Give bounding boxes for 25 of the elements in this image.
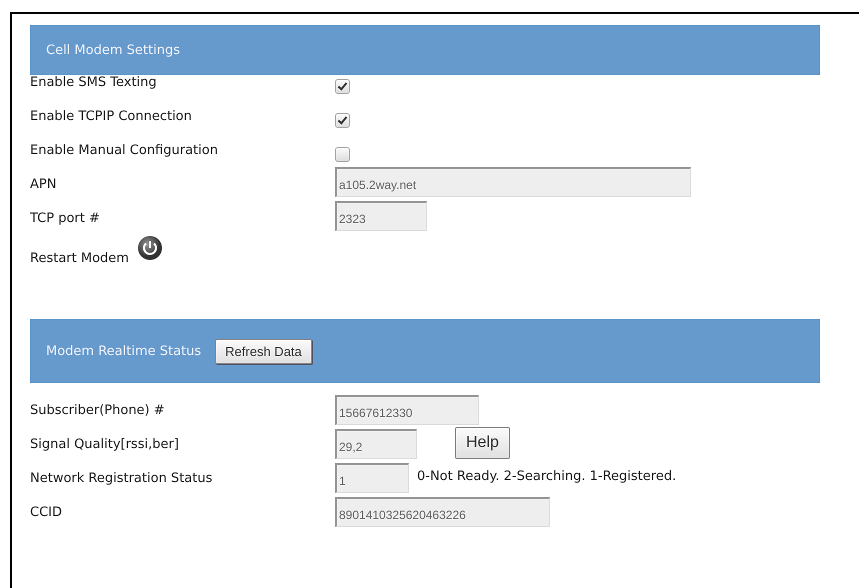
field-label: Subscriber(Phone) # [30, 403, 166, 418]
field-label: CCID [30, 505, 63, 520]
field-label: Restart Modem [30, 250, 129, 266]
input-field[interactable]: 8901410325620463226 [335, 497, 550, 527]
checkbox[interactable] [335, 147, 350, 162]
field-label: Network Registration Status [30, 471, 214, 486]
status-legend: 0-Not Ready. 2-Searching. 1-Registered. [417, 469, 676, 484]
input-field[interactable]: 2323 [335, 201, 427, 231]
field-label: TCP port # [30, 211, 101, 226]
checkbox[interactable] [335, 79, 350, 94]
input-field[interactable]: 15667612330 [335, 395, 479, 425]
input-field[interactable]: 1 [335, 463, 409, 493]
field-label: APN [30, 177, 58, 192]
power-icon[interactable] [136, 235, 163, 261]
section-title: Modem Realtime Status [46, 344, 202, 358]
input-field[interactable]: 29,2 [335, 429, 417, 459]
field-label: Enable SMS Texting [30, 75, 158, 90]
section-title: Cell Modem Settings [46, 42, 180, 58]
field-label: Enable Manual Configuration [30, 143, 219, 158]
help-button[interactable]: Help [455, 427, 510, 459]
field-label: Enable TCPIP Connection [30, 109, 193, 124]
checkbox[interactable] [335, 113, 350, 128]
field-label: Signal Quality[rssi,ber] [30, 437, 180, 452]
input-field[interactable]: a105.2way.net [335, 167, 691, 197]
refresh-button[interactable]: Refresh Data [215, 338, 312, 364]
